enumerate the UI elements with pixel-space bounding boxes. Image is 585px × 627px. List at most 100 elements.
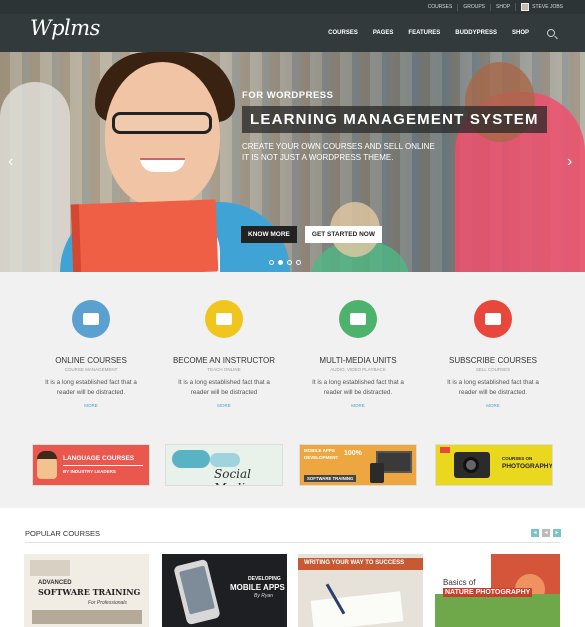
top-bar: COURSES GROUPS SHOP STEVE JOBS <box>0 0 585 14</box>
banner-line: MOBILE APPS <box>304 448 335 453</box>
slider-dot[interactable] <box>278 260 283 265</box>
course-card-line: DEVELOPING <box>248 576 281 582</box>
chevron-left-icon[interactable]: ◂ <box>542 529 550 537</box>
feature-become-instructor: BECOME AN INSTRUCTOR TEACH ONLINE It is … <box>157 300 291 408</box>
slider-dot[interactable] <box>269 260 274 265</box>
feature-subtitle: AUDIO, VIDEO PLAYBACK <box>330 367 386 372</box>
feature-description: It is a long established fact that a rea… <box>447 379 539 396</box>
chevron-right-icon[interactable]: ▸ <box>553 529 561 537</box>
nav-item-courses[interactable]: COURSES <box>328 30 358 36</box>
banner-mobile-apps[interactable]: MOBILE APPS DEVELOPMENT 100% SOFTWARE TR… <box>299 444 417 486</box>
feature-title: ONLINE COURSES <box>55 356 127 365</box>
slider-dot[interactable] <box>296 260 301 265</box>
nav-item-shop[interactable]: SHOP <box>512 30 529 36</box>
course-card-nature-photography[interactable]: Basics of NATURE PHOTOGRAPHY <box>435 554 560 627</box>
user-menu[interactable]: STEVE JOBS <box>515 3 563 11</box>
presentation-screen-icon <box>339 300 377 338</box>
hero-slider: FOR WORDPRESS LEARNING MANAGEMENT SYSTEM… <box>0 52 585 272</box>
nav-item-features[interactable]: FEATURES <box>408 30 440 36</box>
feature-title: BECOME AN INSTRUCTOR <box>172 356 276 365</box>
topbar-link-courses[interactable]: COURSES <box>423 4 458 11</box>
course-card-writing-success[interactable]: WRITING YOUR WAY TO SUCCESS <box>298 554 423 627</box>
keyboard-image <box>32 610 142 624</box>
page: COURSES GROUPS SHOP STEVE JOBS Wplms COU… <box>0 0 585 627</box>
banner-line: Social Media <box>214 467 252 485</box>
feature-multimedia-units: MULTI-MEDIA UNITS AUDIO, VIDEO PLAYBACK … <box>291 300 425 408</box>
hero-student-face <box>105 62 220 207</box>
feature-description: It is a long established fact that a rea… <box>178 379 270 396</box>
course-card-line: By Ryan <box>254 593 273 599</box>
course-card-line: WRITING YOUR WAY TO SUCCESS <box>298 558 423 570</box>
feature-description: It is a long established fact that a rea… <box>312 379 404 396</box>
course-card-line: MOBILE APPS <box>230 583 285 592</box>
banner-line: DEVELOPMENT <box>304 455 339 460</box>
feature-title: MULTI-MEDIA UNITS <box>319 356 397 365</box>
feature-more-link[interactable]: MORE <box>291 403 425 408</box>
course-card-line: SOFTWARE TRAINING <box>38 587 141 597</box>
feature-subtitle: COURSE MANAGEMENT <box>64 367 118 372</box>
hero-subtitle-2: IT IS NOT JUST A WORDPRESS THEME. <box>242 153 394 162</box>
hero-student-smile <box>140 158 185 172</box>
course-card-line: Basics of <box>443 578 476 587</box>
get-started-button[interactable]: GET STARTED NOW <box>304 226 382 243</box>
main-nav: COURSES PAGES FEATURES BUDDYPRESS SHOP <box>328 14 555 52</box>
leaves-image <box>435 594 560 627</box>
site-logo[interactable]: Wplms <box>30 16 100 40</box>
banner-language-courses[interactable]: LANGUAGE COURSES BY INDUSTRY LEADERS <box>32 444 150 486</box>
feature-more-link[interactable]: MORE <box>24 403 158 408</box>
course-card-mobile-apps[interactable]: DEVELOPING MOBILE APPS By Ryan <box>162 554 287 627</box>
hero-blur-person-left <box>0 82 70 272</box>
feature-more-link[interactable]: MORE <box>157 403 291 408</box>
monitor-podium-icon <box>72 300 110 338</box>
topbar-link-shop[interactable]: SHOP <box>489 3 515 11</box>
hero-kicker: FOR WORDPRESS <box>242 90 334 101</box>
feature-online-courses: ONLINE COURSES COURSE MANAGEMENT It is a… <box>24 300 158 408</box>
banner-photography[interactable]: COURSES ON PHOTOGRAPHY <box>435 444 553 486</box>
hero-notebook <box>70 199 219 272</box>
hero-title: LEARNING MANAGEMENT SYSTEM <box>242 106 547 133</box>
course-card-line: NATURE PHOTOGRAPHY <box>443 588 533 597</box>
banner-line: COURSES ON <box>502 456 533 461</box>
feature-subtitle: SELL COURSES <box>475 367 511 372</box>
feature-more-link[interactable]: MORE <box>426 403 560 408</box>
hero-caption: FOR WORDPRESS LEARNING MANAGEMENT SYSTEM… <box>242 90 547 163</box>
phone-icon <box>370 463 384 483</box>
nav-item-pages[interactable]: PAGES <box>373 30 394 36</box>
slider-dot[interactable] <box>287 260 292 265</box>
banner-line: PHOTOGRAPHY <box>502 463 553 470</box>
course-card-software-training[interactable]: ADVANCED SOFTWARE TRAINING For Professio… <box>24 554 149 627</box>
feature-title: SUBSCRIBE COURSES <box>448 356 538 365</box>
course-card-line: For Professionals <box>88 600 127 606</box>
site-header: Wplms COURSES PAGES FEATURES BUDDYPRESS … <box>0 14 585 52</box>
course-card-line: ADVANCED <box>38 580 72 586</box>
banner-line: SOFTWARE TRAINING <box>304 475 357 482</box>
chevron-left-icon[interactable]: ◂ <box>531 529 539 537</box>
search-icon[interactable] <box>547 29 555 37</box>
topbar-link-groups[interactable]: GROUPS <box>457 3 490 11</box>
instructor-board-icon <box>205 300 243 338</box>
student-desk-icon <box>474 300 512 338</box>
slider-pagination <box>269 260 301 265</box>
feature-subscribe-courses: SUBSCRIBE COURSES SELL COURSES It is a l… <box>426 300 560 408</box>
section-divider <box>25 542 560 543</box>
badge-icon <box>440 447 450 453</box>
banner-line: BY INDUSTRY LEADERS <box>63 469 116 474</box>
know-more-button[interactable]: KNOW MORE <box>241 226 297 243</box>
paper-image <box>310 591 404 627</box>
feature-description: It is a long established fact that a rea… <box>45 379 137 396</box>
user-name: STEVE JOBS <box>532 3 563 10</box>
nav-item-buddypress[interactable]: BUDDYPRESS <box>455 30 497 36</box>
popular-courses-section: POPULAR COURSES ◂ ◂ ▸ ADVANCED SOFTWARE … <box>0 508 585 627</box>
banner-line: LANGUAGE COURSES <box>63 455 135 462</box>
features-section: ONLINE COURSES COURSE MANAGEMENT It is a… <box>0 272 585 508</box>
speech-bubble-icon <box>172 450 210 468</box>
avatar <box>521 3 530 11</box>
banner-social-media[interactable]: Social Media <box>165 444 283 486</box>
hero-student-glasses <box>112 112 212 134</box>
banner-line: 100% <box>344 450 362 457</box>
chevron-right-icon[interactable]: › <box>567 154 575 170</box>
hero-subtitle-1: CREATE YOUR OWN COURSES AND SELL ONLINE <box>242 142 435 151</box>
chevron-left-icon[interactable]: ‹ <box>8 154 16 170</box>
feature-subtitle: TEACH ONLINE <box>207 367 241 372</box>
speech-bubble-icon <box>210 453 240 467</box>
